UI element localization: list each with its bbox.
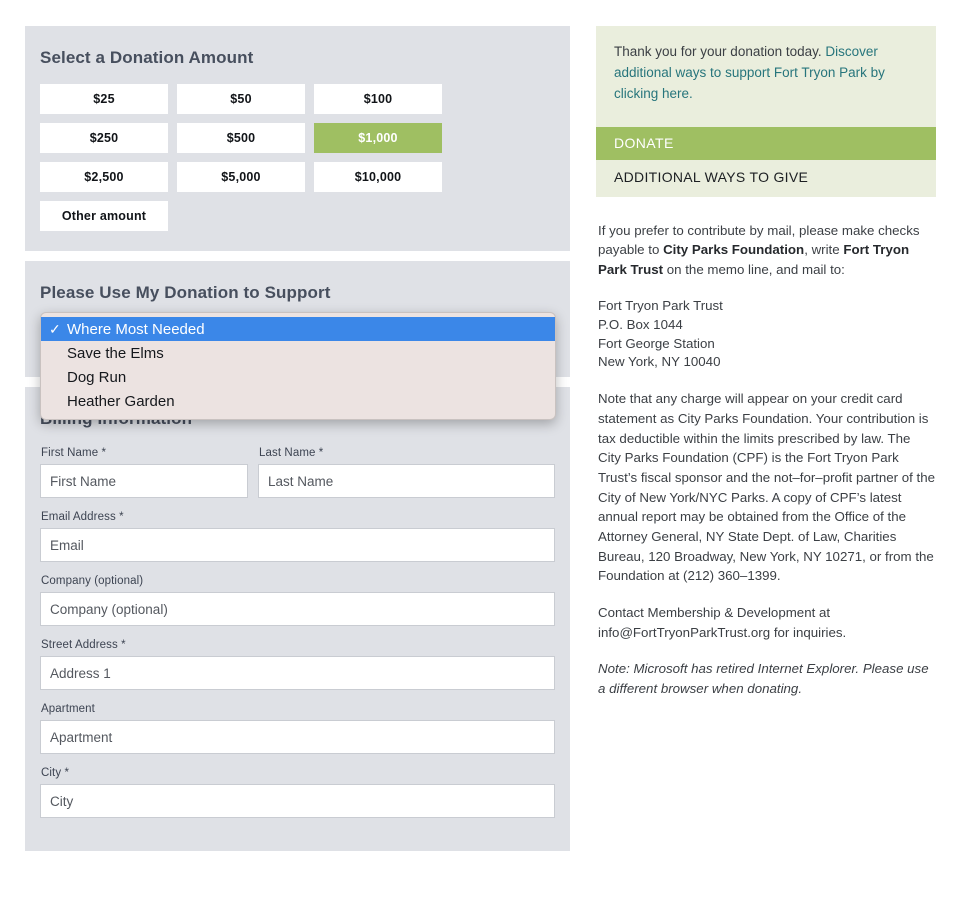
dropdown-option[interactable]: ✓Save the Elms xyxy=(41,341,555,365)
company-label: Company (optional) xyxy=(41,575,144,587)
amount-button[interactable]: $50 xyxy=(177,84,305,114)
email-label: Email Address * xyxy=(41,511,124,523)
amount-button[interactable]: $250 xyxy=(40,123,168,153)
left-column: Select a Donation Amount $25 $50 $100 $250 $… xyxy=(25,26,570,861)
check-icon: ✓ xyxy=(49,320,61,337)
apartment-label: Apartment xyxy=(41,703,95,715)
browser-note: Note: Microsoft has retired Internet Exp… xyxy=(598,661,929,697)
mail-org: City Parks Foundation xyxy=(663,242,805,258)
city-field-block: City * xyxy=(40,767,555,818)
thank-you-card: Thank you for your donation today. Disco… xyxy=(596,26,936,197)
check-icon: ✓ xyxy=(49,345,67,362)
last-name-label: Last Name * xyxy=(259,447,324,459)
dropdown-option-label: Save the Elms xyxy=(67,344,164,362)
donation-amount-panel: Select a Donation Amount $25 $50 $100 $250 $… xyxy=(25,26,570,251)
street-address-label: Street Address * xyxy=(41,639,126,651)
amount-button[interactable]: $1,000 xyxy=(314,123,442,153)
dropdown-option-label: Where Most Needed xyxy=(67,320,205,338)
address-line: New York, NY 10040 xyxy=(598,354,721,370)
mail-intro-2: , write xyxy=(804,242,844,258)
additional-ways-nav-item[interactable]: ADDITIONAL WAYS TO GIVE xyxy=(596,159,936,197)
legal-notice: Note that any charge will appear on your… xyxy=(598,391,936,584)
dropdown-option[interactable]: ✓ Where Most Needed xyxy=(41,317,555,341)
first-name-field-block: First Name * xyxy=(40,447,248,498)
street-address-field-block: Street Address * xyxy=(40,639,555,690)
street-address-input[interactable] xyxy=(40,656,555,690)
thank-you-prefix: Thank you for your donation today. xyxy=(614,44,826,59)
dropdown-option-label: Dog Run xyxy=(67,368,127,386)
address-line: Fort George Station xyxy=(598,335,715,351)
address-line: P.O. Box 1044 xyxy=(598,316,683,332)
first-name-label: First Name * xyxy=(41,447,107,459)
designation-panel: Please Use My Donation to Support ✓ Where… xyxy=(25,261,570,420)
company-input[interactable] xyxy=(40,592,555,626)
email-field-block: Email Address * xyxy=(40,511,555,562)
amount-button[interactable]: $2,500 xyxy=(40,162,168,192)
amount-button[interactable]: $25 xyxy=(40,84,168,114)
mailing-address: Fort Tryon Park Trust P.O. Box 1044 Fort G… xyxy=(598,297,936,373)
donation-amount-title: Select a Donation Amount xyxy=(40,48,254,67)
contact-info: Contact Membership & Development at info… xyxy=(598,605,847,640)
address-line: Fort Tryon Park Trust xyxy=(598,297,723,313)
first-name-input[interactable] xyxy=(40,464,248,498)
apartment-field-block: Apartment xyxy=(40,703,555,754)
designation-title: Please Use My Donation to Support xyxy=(40,283,331,302)
email-input[interactable] xyxy=(40,528,555,562)
designation-select-wrap: ✓Where Most Needed✓Save the Elms✓Dog Run… xyxy=(40,312,556,420)
dropdown-option[interactable]: ✓Heather Garden xyxy=(41,389,555,413)
donation-page: Select a Donation Amount $25 $50 $100 $250 $… xyxy=(0,0,960,906)
mail-instructions: If you prefer to contribute by mail, ple… xyxy=(598,221,936,280)
billing-information-panel: Billing Information First Name * Last Na… xyxy=(25,387,570,851)
last-name-input[interactable] xyxy=(258,464,555,498)
check-icon: ✓ xyxy=(49,393,67,410)
thank-you-message: Thank you for your donation today. Disco… xyxy=(596,26,936,127)
designation-dropdown-popup[interactable]: ✓Where Most Needed✓Save the Elms✓Dog Run… xyxy=(40,312,556,420)
amount-button[interactable]: $10,000 xyxy=(314,162,442,192)
amount-button[interactable]: $500 xyxy=(177,123,305,153)
city-label: City * xyxy=(41,767,70,779)
mail-intro-3: on the memo line, and mail to: xyxy=(663,262,845,278)
right-column: Thank you for your donation today. Disco… xyxy=(596,26,936,716)
check-icon: ✓ xyxy=(49,369,67,386)
name-row: First Name * Last Name * xyxy=(40,447,555,498)
amount-button[interactable]: $5,000 xyxy=(177,162,305,192)
last-name-field-block: Last Name * xyxy=(258,447,555,498)
amount-button[interactable]: $100 xyxy=(314,84,442,114)
donate-nav-item[interactable]: DONATE xyxy=(596,126,936,160)
company-field-block: Company (optional) xyxy=(40,575,555,626)
city-input[interactable] xyxy=(40,784,555,818)
dropdown-option-label: Heather Garden xyxy=(67,392,175,410)
apartment-input[interactable] xyxy=(40,720,555,754)
sidebar-info-body: If you prefer to contribute by mail, ple… xyxy=(596,197,936,699)
dropdown-option[interactable]: ✓Dog Run xyxy=(41,365,555,389)
amount-button[interactable]: Other amount xyxy=(40,201,168,231)
amount-button-grid: $25 $50 $100 $250 $500 $1,000 $2,500 $5,000 $10,… xyxy=(40,84,555,231)
